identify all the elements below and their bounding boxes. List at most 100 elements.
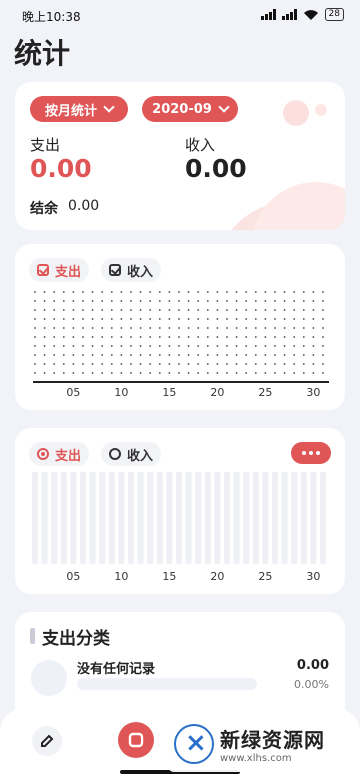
edit-icon[interactable] xyxy=(32,726,62,756)
grid-dot xyxy=(110,345,113,347)
grid-dot xyxy=(91,318,94,320)
grid-dot xyxy=(110,318,113,320)
grid-dot xyxy=(168,336,171,338)
grid-dot xyxy=(101,345,104,347)
grid-dot xyxy=(206,327,209,329)
bar-track xyxy=(185,472,192,564)
bar-track xyxy=(252,472,259,564)
expense-label: 支出 xyxy=(30,136,61,154)
grid-dot xyxy=(72,327,75,329)
grid-dot xyxy=(302,291,305,293)
grid-dot xyxy=(82,345,84,347)
grid-dot xyxy=(226,291,228,293)
grid-dot xyxy=(82,336,84,338)
grid-dot xyxy=(254,354,257,356)
grid-dot xyxy=(206,345,209,347)
bar-track xyxy=(128,472,134,564)
grid-dot xyxy=(322,354,324,356)
period-value-dropdown[interactable]: 2020-09 xyxy=(142,96,238,122)
grid-dot xyxy=(62,345,65,347)
balance-value: 0.00 xyxy=(68,198,100,214)
grid-dot xyxy=(274,372,276,374)
decor-circle xyxy=(283,100,309,126)
grid-dot xyxy=(274,300,276,302)
bar-track xyxy=(156,472,163,564)
grid-dot xyxy=(312,309,315,311)
grid-dot xyxy=(91,300,94,302)
grid-dot xyxy=(197,309,200,311)
grid-dot xyxy=(130,354,132,356)
grid-dot xyxy=(178,363,180,365)
grid-dot xyxy=(34,300,36,302)
period-type-dropdown[interactable]: 按月统计 xyxy=(30,96,128,122)
bar-track xyxy=(243,472,250,564)
grid-dot xyxy=(206,318,209,320)
grid-dot xyxy=(283,309,286,311)
bar-track xyxy=(233,472,240,564)
bar-track xyxy=(310,472,317,564)
grid-dot xyxy=(130,372,132,374)
grid-dot xyxy=(82,327,84,329)
grid-dot xyxy=(235,336,238,338)
grid-dot xyxy=(43,363,46,365)
grid-dot xyxy=(139,372,142,374)
grid-dot xyxy=(197,363,200,365)
grid-dot xyxy=(101,327,104,329)
grid-dot xyxy=(254,345,257,347)
grid-dot xyxy=(302,309,305,311)
grid-dot xyxy=(197,318,200,320)
grid-dot xyxy=(302,300,305,302)
grid-dot xyxy=(101,336,104,338)
grid-dot xyxy=(235,327,238,329)
grid-dot xyxy=(187,372,190,374)
signal-icon xyxy=(260,9,276,20)
bar-track xyxy=(281,472,288,564)
bar-track xyxy=(320,472,326,564)
grid-dot xyxy=(82,372,84,374)
grid-dot xyxy=(293,300,296,302)
grid-dot xyxy=(226,300,228,302)
grid-dot xyxy=(168,354,171,356)
grid-dot xyxy=(168,363,171,365)
grid-dot xyxy=(206,354,209,356)
grid-dot xyxy=(206,336,209,338)
bar-track xyxy=(166,472,173,564)
grid-dot xyxy=(197,372,200,374)
grid-dot xyxy=(82,363,84,365)
grid-dot xyxy=(187,345,190,347)
grid-dot xyxy=(274,345,276,347)
bar-track xyxy=(214,472,221,564)
grid-dot xyxy=(101,372,104,374)
grid-dot xyxy=(283,327,286,329)
grid-dot xyxy=(293,363,296,365)
bar-chart-card: 支出 收入 05 10 15 20 25 30 xyxy=(15,428,345,594)
stats-icon[interactable] xyxy=(118,722,154,758)
grid-dot xyxy=(274,309,276,311)
grid-dot xyxy=(110,354,113,356)
grid-dot xyxy=(178,327,180,329)
grid-dot xyxy=(206,291,209,293)
grid-dot xyxy=(254,309,257,311)
chevron-down-icon xyxy=(103,101,115,113)
grid-dot xyxy=(158,372,161,374)
grid-dot xyxy=(226,318,228,320)
grid-dot xyxy=(264,300,267,302)
grid-dot xyxy=(293,345,296,347)
grid-dot xyxy=(187,300,190,302)
decor-circle xyxy=(251,182,345,230)
grid-dot xyxy=(62,327,65,329)
grid-dot xyxy=(187,363,190,365)
grid-dot xyxy=(226,354,228,356)
grid-dot xyxy=(264,318,267,320)
grid-dot xyxy=(53,345,56,347)
grid-dot xyxy=(149,327,152,329)
grid-dot xyxy=(72,309,75,311)
empty-bars xyxy=(32,472,326,564)
grid-dot xyxy=(139,318,142,320)
grid-dot xyxy=(120,318,123,320)
grid-dot xyxy=(130,345,132,347)
grid-dot xyxy=(53,336,56,338)
balance-label: 结余 xyxy=(30,201,58,217)
grid-dot xyxy=(130,300,132,302)
grid-dot xyxy=(235,372,238,374)
